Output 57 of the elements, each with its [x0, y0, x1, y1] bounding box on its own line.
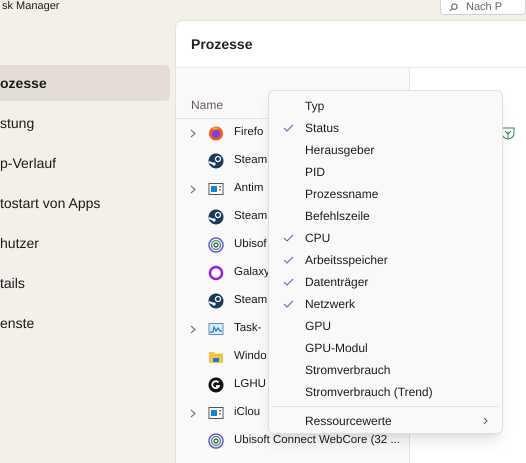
ring-logo-icon [208, 265, 224, 281]
menu-item[interactable]: GPU [269, 315, 502, 337]
steam-logo-icon [208, 153, 224, 169]
swirl-logo-icon [208, 237, 224, 253]
process-name: Steam [234, 209, 268, 224]
process-name: Windo [234, 349, 267, 364]
chart-window-icon [208, 321, 224, 337]
steam-logo-icon [208, 209, 224, 225]
g-logo-icon [208, 377, 224, 393]
fox-logo-icon [208, 125, 224, 141]
swirl-logo-icon [208, 433, 224, 449]
process-name: Steam [234, 153, 268, 168]
menu-item[interactable]: Prozessname [269, 183, 502, 205]
process-name: Ubisoft Connect WebCore (32 ... [234, 433, 400, 448]
app-window-icon [208, 181, 224, 197]
menu-item[interactable]: Stromverbrauch (Trend) [269, 381, 502, 403]
app-window-icon [208, 405, 224, 421]
menu-item[interactable]: Stromverbrauch [269, 359, 502, 381]
menu-item[interactable]: CPU [269, 227, 502, 249]
process-name: Galaxy [234, 265, 270, 280]
process-name: Steam [234, 293, 268, 308]
page-title: Prozesse [191, 34, 252, 54]
chevron-right-icon[interactable] [190, 324, 196, 334]
window-title: sk Manager [2, 0, 60, 13]
search-field[interactable]: Nach P [440, 0, 526, 15]
menu-item[interactable]: Typ [269, 95, 502, 117]
menu-item[interactable]: PID [269, 161, 502, 183]
folder-icon [208, 349, 224, 365]
process-name: iClou [234, 405, 260, 420]
sidebar-item[interactable]: ozesse [0, 65, 170, 101]
column-header[interactable]: Name [191, 96, 224, 114]
menu-item[interactable]: Datenträger [269, 271, 502, 293]
process-name: Firefo [234, 125, 264, 140]
search-icon [449, 2, 458, 12]
menu-item[interactable]: Arbeitsspeicher [269, 249, 502, 271]
process-name: LGHU [234, 377, 266, 392]
sidebar-item[interactable]: tostart von Apps [0, 185, 170, 221]
sidebar-item[interactable]: p-Verlauf [0, 145, 170, 181]
submenu-item[interactable]: Ressourcewerte [269, 410, 502, 432]
chevron-right-icon[interactable] [190, 408, 196, 418]
chevron-right-icon[interactable] [190, 128, 196, 138]
process-name: Task- [234, 321, 262, 336]
sidebar-item[interactable]: hutzer [0, 225, 170, 261]
process-name: Antim [234, 181, 264, 196]
steam-logo-icon [208, 293, 224, 309]
chevron-right-icon [483, 417, 488, 425]
process-name: Ubisof [234, 237, 267, 252]
search-placeholder: Nach P [466, 0, 502, 14]
menu-item[interactable]: Befehlszeile [269, 205, 502, 227]
menu-item[interactable]: Herausgeber [269, 139, 502, 161]
menu-item[interactable]: Status [269, 117, 502, 139]
menu-item[interactable]: Netzwerk [269, 293, 502, 315]
sidebar-item[interactable]: stung [0, 105, 170, 141]
sidebar-item[interactable]: tails [0, 265, 170, 301]
sidebar-item[interactable]: enste [0, 305, 170, 341]
chevron-right-icon[interactable] [190, 184, 196, 194]
menu-item[interactable]: GPU-Modul [269, 337, 502, 359]
